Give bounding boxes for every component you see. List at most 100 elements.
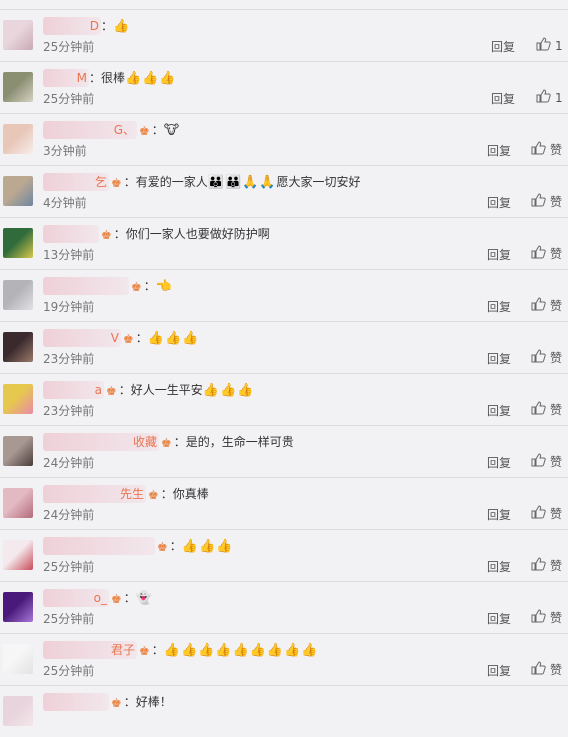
like-button[interactable]: 赞	[531, 141, 562, 159]
thumb-up-icon	[531, 349, 546, 363]
username-link[interactable]: 乞	[43, 173, 109, 191]
like-button[interactable]: 赞	[531, 609, 562, 627]
comment-list: D ：👍 25分钟前 回复 1 M ：很棒👍👍👍 25分钟前 回复 1 G、 ♚ ：🐮 3分钟前 回复赞乞 ♚…	[0, 9, 568, 737]
username-link[interactable]: o_	[43, 589, 109, 607]
username-link[interactable]: a	[43, 381, 104, 399]
comment-text: ：你真棒	[160, 487, 209, 501]
username-link[interactable]: M	[43, 69, 89, 87]
fan-crown-icon[interactable]: ♚	[139, 642, 150, 660]
comment-content: o_ ♚ ：👻	[43, 589, 153, 607]
fan-crown-icon[interactable]: ♚	[139, 122, 150, 140]
thumb-up-icon	[531, 193, 546, 207]
reply-button[interactable]: 回复	[491, 40, 515, 54]
username-link[interactable]	[43, 225, 99, 243]
reply-button[interactable]: 回复	[491, 92, 515, 106]
avatar[interactable]	[3, 280, 33, 310]
avatar[interactable]	[3, 72, 33, 102]
comment-time: 25分钟前	[43, 664, 95, 678]
avatar[interactable]	[3, 20, 33, 50]
like-button[interactable]: 1	[536, 89, 563, 107]
like-button[interactable]: 赞	[531, 349, 562, 367]
username-link[interactable]: V	[43, 329, 121, 347]
comment-item: o_ ♚ ：👻 25分钟前 回复 赞	[0, 581, 568, 633]
username-link[interactable]: 收藏	[43, 433, 159, 451]
like-button[interactable]: 赞	[531, 505, 562, 523]
like-button[interactable]: 赞	[531, 557, 562, 575]
fan-crown-icon[interactable]: ♚	[111, 694, 122, 712]
reply-button[interactable]: 回复	[487, 352, 511, 366]
fan-crown-icon[interactable]: ♚	[111, 174, 122, 192]
fan-crown-icon[interactable]: ♚	[111, 590, 122, 608]
emoji-group: 👪👪🙏🙏	[207, 175, 277, 190]
reply-button[interactable]: 回复	[487, 196, 511, 210]
avatar[interactable]	[3, 696, 33, 726]
emoji-group: 👍👍👍	[202, 383, 255, 398]
username-link[interactable]	[43, 277, 129, 295]
reply-button[interactable]: 回复	[487, 664, 511, 678]
reply-button[interactable]: 回复	[487, 456, 511, 470]
thumb-up-icon	[531, 557, 546, 571]
emoji-group: 🐮	[163, 123, 181, 138]
fan-crown-icon[interactable]: ♚	[101, 226, 112, 244]
comment-content: 君子 ♚ ：👍👍👍👍👍👍👍👍👍	[43, 641, 318, 659]
avatar[interactable]	[3, 436, 33, 466]
comment-text: ：你们一家人也要做好防护啊	[113, 227, 270, 241]
reply-button[interactable]: 回复	[487, 560, 511, 574]
avatar[interactable]	[3, 644, 33, 674]
comment-item: ♚ ：好棒！	[0, 685, 568, 737]
like-count: 赞	[550, 403, 563, 417]
reply-button[interactable]: 回复	[487, 248, 511, 262]
avatar[interactable]	[3, 540, 33, 570]
reply-button[interactable]: 回复	[487, 508, 511, 522]
comment-content: a ♚ ：好人一生平安👍👍👍	[43, 381, 254, 399]
comment-item: ♚ ：👍👍👍 25分钟前 回复 赞	[0, 529, 568, 581]
comment-text: ：	[101, 19, 114, 33]
fan-crown-icon[interactable]: ♚	[106, 382, 117, 400]
avatar[interactable]	[3, 332, 33, 362]
username-link[interactable]	[43, 693, 109, 711]
emoji-group: 👍👍👍	[147, 331, 200, 346]
username-link[interactable]: 君子	[43, 641, 137, 659]
thumb-up-icon	[531, 453, 546, 467]
avatar[interactable]	[3, 228, 33, 258]
comment-content: 收藏 ♚ ：是的，生命一样可贵	[43, 433, 294, 451]
reply-button[interactable]: 回复	[487, 612, 511, 626]
comment-text: ：好棒！	[123, 695, 172, 709]
comment-content: ♚ ：你们一家人也要做好防护啊	[43, 225, 270, 243]
like-button[interactable]: 赞	[531, 297, 562, 315]
like-button[interactable]: 赞	[531, 661, 562, 679]
fan-crown-icon[interactable]: ♚	[123, 330, 134, 348]
comment-content: V ♚ ：👍👍👍	[43, 329, 199, 347]
like-button[interactable]: 赞	[531, 401, 562, 419]
comment-time: 3分钟前	[43, 144, 87, 158]
thumb-up-icon	[531, 401, 546, 415]
fan-crown-icon[interactable]: ♚	[161, 434, 172, 452]
username-link[interactable]: G、	[43, 121, 137, 139]
reply-button[interactable]: 回复	[487, 404, 511, 418]
fan-crown-icon[interactable]: ♚	[131, 278, 142, 296]
avatar[interactable]	[3, 176, 33, 206]
avatar[interactable]	[3, 592, 33, 622]
like-button[interactable]: 赞	[531, 453, 562, 471]
like-button[interactable]: 1	[536, 37, 563, 55]
fan-crown-icon[interactable]: ♚	[148, 486, 159, 504]
like-count: 赞	[550, 507, 563, 521]
emoji-group: 👍👍👍👍👍👍👍👍👍	[163, 643, 319, 658]
username-link[interactable]: D	[43, 17, 101, 35]
like-button[interactable]: 赞	[531, 193, 562, 211]
like-button[interactable]: 赞	[531, 245, 562, 263]
comment-content: ♚ ：👈	[43, 277, 173, 295]
avatar[interactable]	[3, 488, 33, 518]
comment-content: ♚ ：好棒！	[43, 693, 172, 711]
fan-crown-icon[interactable]: ♚	[157, 538, 168, 556]
username-link[interactable]: 先生	[43, 485, 146, 503]
comment-text: ：好人一生平安	[118, 383, 203, 397]
avatar[interactable]	[3, 384, 33, 414]
reply-button[interactable]: 回复	[487, 144, 511, 158]
username-link[interactable]	[43, 537, 155, 555]
like-count: 赞	[550, 455, 563, 469]
comment-item: a ♚ ：好人一生平安👍👍👍 23分钟前 回复 赞	[0, 373, 568, 425]
reply-button[interactable]: 回复	[487, 300, 511, 314]
comment-content: 乞 ♚ ：有爱的一家人👪👪🙏🙏愿大家一切安好	[43, 173, 361, 191]
avatar[interactable]	[3, 124, 33, 154]
